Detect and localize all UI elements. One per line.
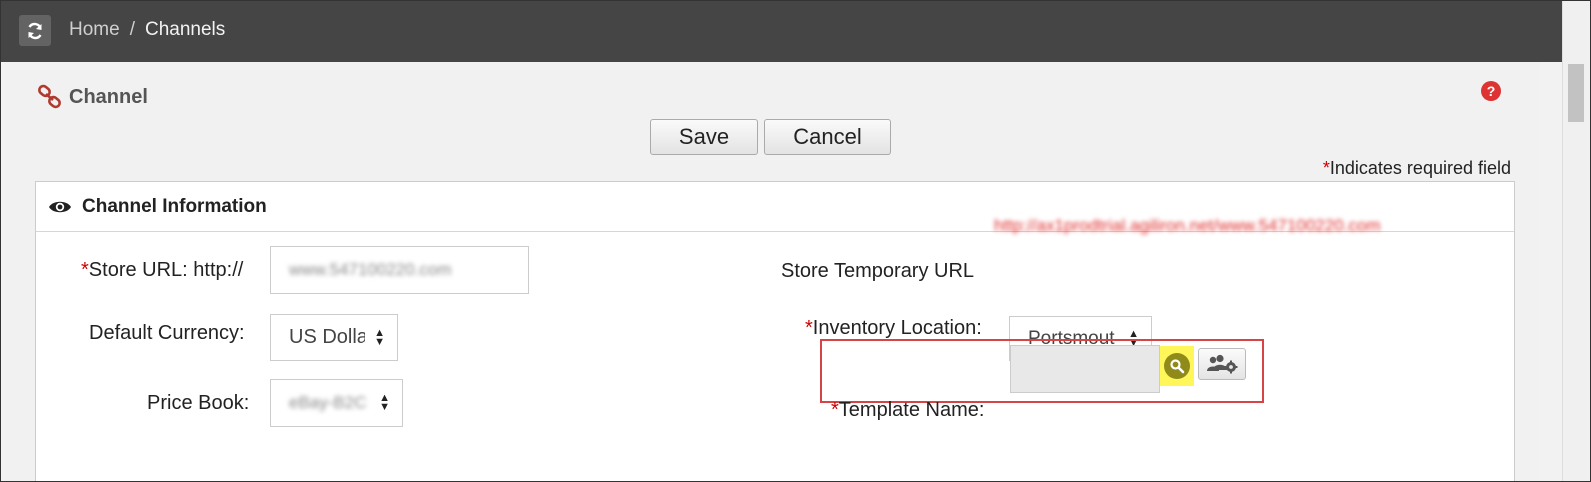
template-name-input[interactable] xyxy=(1010,345,1160,393)
price-book-label: Price Book: xyxy=(147,392,250,414)
select-arrows-icon: ▲ ▼ xyxy=(374,326,385,348)
link-icon xyxy=(38,84,61,109)
main-content: Channel ? Save Cancel *Indicates require… xyxy=(5,62,1539,481)
required-field-note: *Indicates required field xyxy=(1323,158,1511,179)
inventory-location-label-text: Inventory Location: xyxy=(812,317,982,339)
breadcrumb: Home / Channels xyxy=(69,19,225,41)
help-icon[interactable]: ? xyxy=(1481,81,1501,101)
store-url-label: *Store URL: http:// xyxy=(81,259,243,282)
panel-title: Channel Information xyxy=(82,195,267,217)
save-button[interactable]: Save xyxy=(650,119,758,155)
breadcrumb-home[interactable]: Home xyxy=(69,19,120,40)
template-name-label-text: Template Name: xyxy=(838,399,985,421)
required-star: * xyxy=(81,259,89,281)
store-temporary-url-value[interactable]: http://ax1prodtrial.agiliron.net/www.547… xyxy=(994,216,1381,236)
price-book-value: eBay-B2C xyxy=(289,393,367,412)
required-star: * xyxy=(805,317,813,339)
select-arrows-icon: ▲ ▼ xyxy=(379,392,390,413)
required-star: * xyxy=(1322,158,1330,178)
cancel-button[interactable]: Cancel xyxy=(764,119,891,155)
template-search-button[interactable] xyxy=(1160,346,1194,386)
template-manage-button[interactable] xyxy=(1198,348,1246,380)
page-title: Channel xyxy=(37,84,148,110)
page-title-label: Channel xyxy=(69,85,148,108)
breadcrumb-current: Channels xyxy=(144,19,226,40)
breadcrumb-separator: / xyxy=(129,19,135,40)
channel-information-panel: Channel Information *Store URL: http:// … xyxy=(35,181,1515,481)
store-temporary-url-label: Store Temporary URL xyxy=(781,260,975,282)
template-name-label: *Template Name: xyxy=(831,399,984,422)
default-currency-value: US Dolla xyxy=(289,326,365,348)
default-currency-select[interactable]: US Dolla ▲ ▼ xyxy=(270,314,398,361)
app-window: Home / Channels Channel ? Save Cancel *Ind… xyxy=(0,0,1591,482)
refresh-button[interactable] xyxy=(19,15,51,46)
eye-icon xyxy=(49,201,71,212)
inventory-location-label: *Inventory Location: xyxy=(805,317,982,340)
top-bar: Home / Channels xyxy=(1,1,1590,62)
required-note-text: Indicates required field xyxy=(1329,158,1511,178)
required-star: * xyxy=(831,399,839,421)
price-book-select[interactable]: eBay-B2C ▲ ▼ xyxy=(270,379,403,427)
scrollbar-thumb[interactable] xyxy=(1568,64,1584,122)
store-url-label-text: Store URL: http:// xyxy=(88,259,244,281)
refresh-icon xyxy=(28,22,42,39)
search-icon xyxy=(1164,353,1190,379)
default-currency-label: Default Currency: xyxy=(89,322,245,344)
store-url-input[interactable]: www.547100220.com xyxy=(270,246,529,294)
store-url-value: www.547100220.com xyxy=(289,260,452,279)
vertical-scrollbar[interactable] xyxy=(1562,1,1590,481)
users-gear-icon xyxy=(1207,354,1238,374)
